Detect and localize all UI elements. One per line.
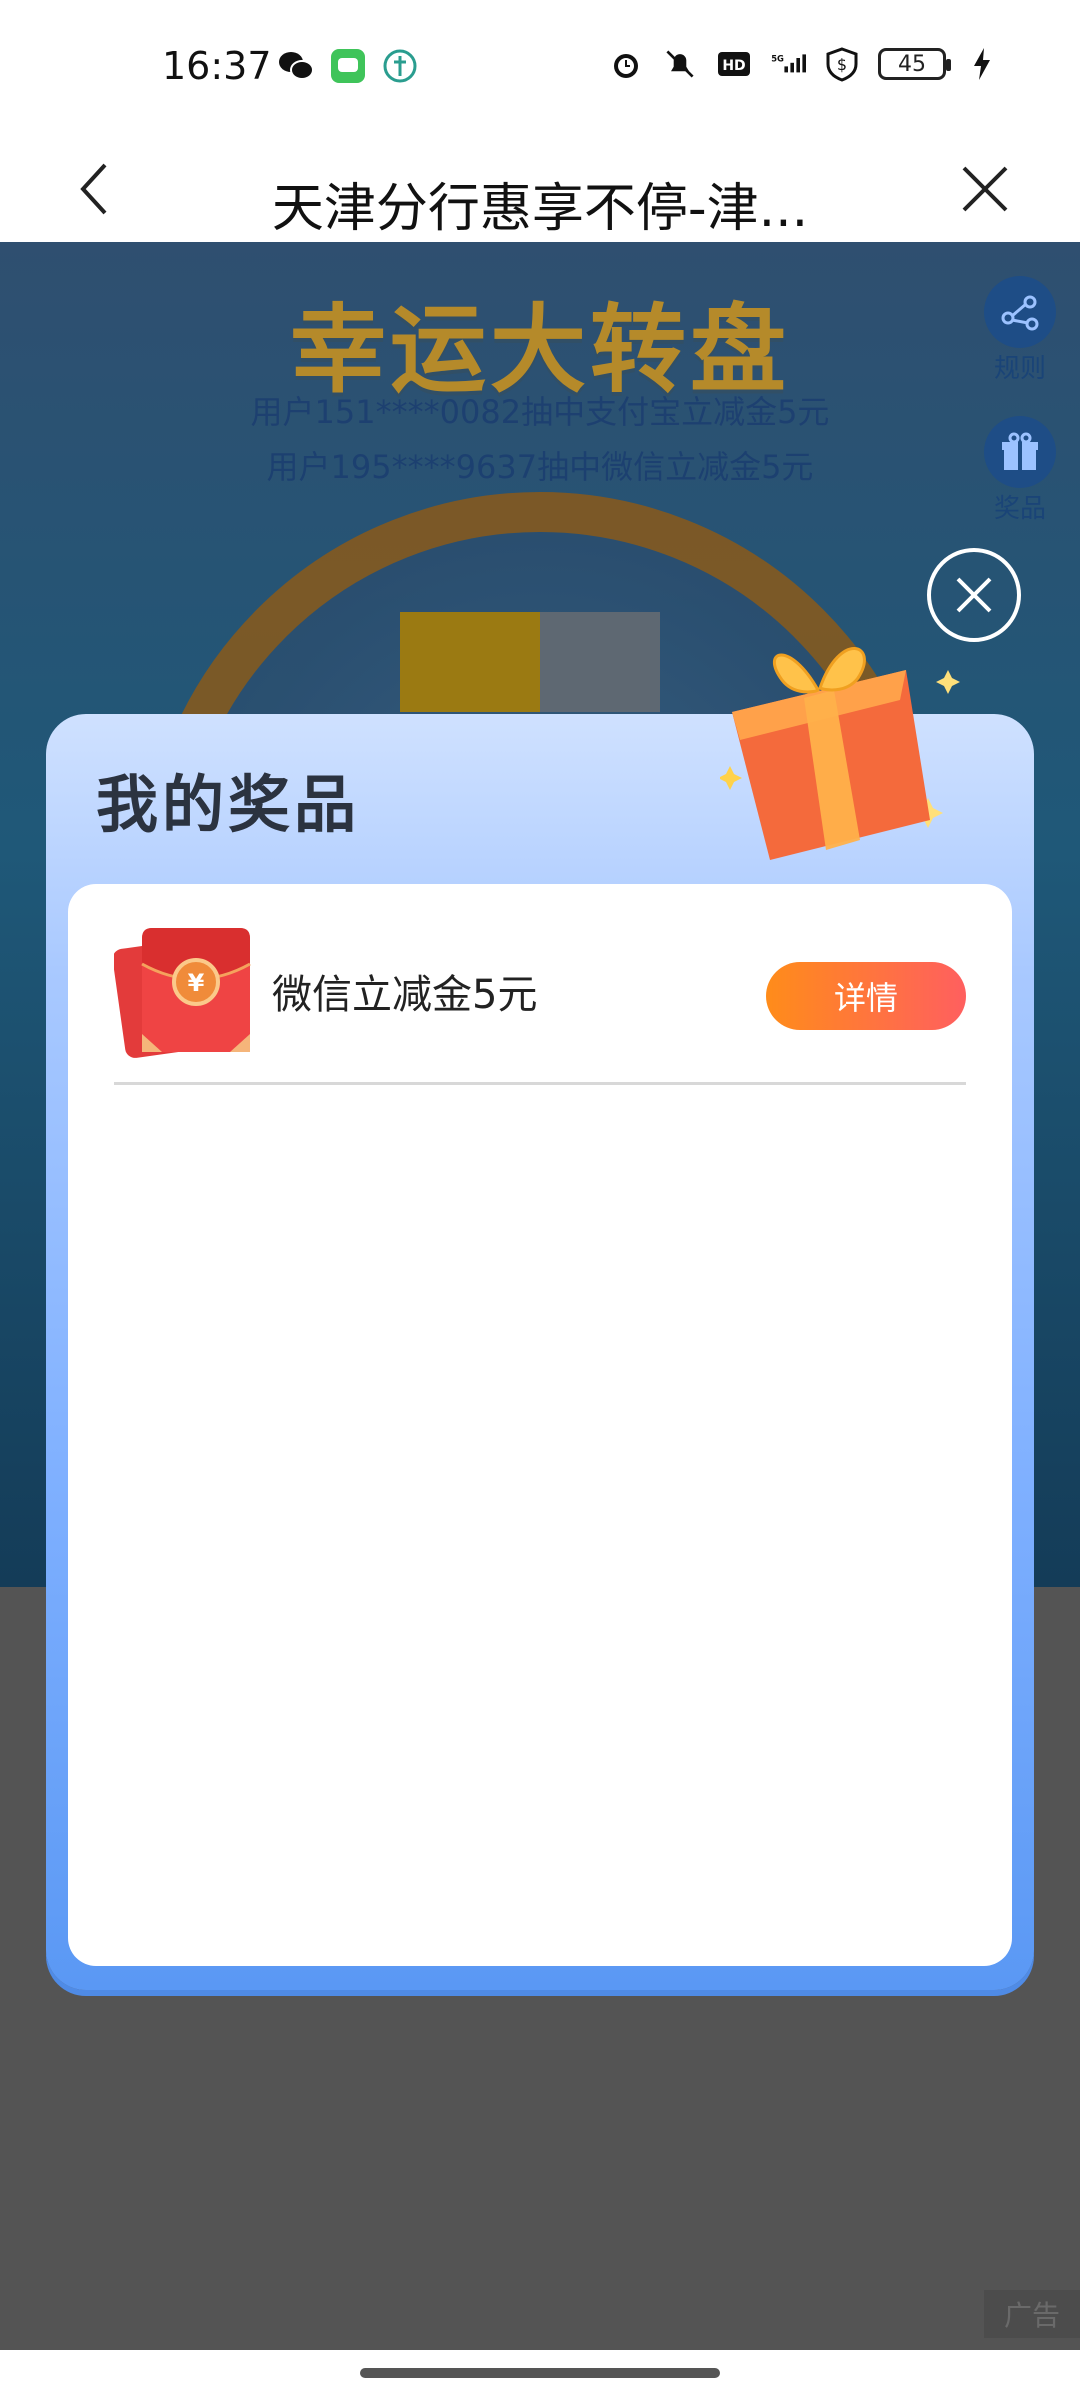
close-icon [962,166,1008,212]
wheel-segment [400,612,540,712]
home-gesture-bar[interactable] [360,2368,720,2378]
prize-currency-symbol: ¥ [188,969,205,997]
list-item: ¥ 微信立减金5元 详情 [112,924,966,1058]
status-bar: 16:37 HD 5G $ 45 [0,0,1080,138]
share-icon [984,276,1056,348]
divider [114,1082,966,1085]
messages-icon [330,48,366,84]
rules-label: 规则 [993,354,1046,384]
battery-indicator: 45 [878,48,951,80]
modal-title: 我的奖品 [96,768,361,841]
notification-icons [278,48,418,84]
back-button[interactable] [60,154,130,224]
webview-navbar: 天津分行惠享不停-津... [0,138,1080,242]
hd-icon: HD [716,46,752,82]
prizes-label: 奖品 [993,494,1046,524]
chevron-left-icon [80,163,107,215]
modal-close-button[interactable] [927,548,1021,642]
rules-button[interactable]: 规则 [980,276,1060,385]
charging-icon [964,46,1000,82]
prizes-button[interactable]: 奖品 [980,416,1060,525]
prize-detail-button[interactable]: 详情 [766,962,966,1030]
game-title: 幸运大转盘 [290,294,790,406]
close-webview-button[interactable] [950,154,1020,224]
system-icons: HD 5G $ 45 [608,46,1000,82]
wheel-segment [540,612,660,712]
page-title: 天津分行惠享不停-津... [271,179,809,239]
bank-app-icon [382,48,418,84]
ad-badge: 广告 [984,2290,1080,2338]
svg-text:5G: 5G [771,54,784,64]
svg-text:$: $ [837,55,847,74]
winner-marquee-line: 用户151****0082抽中支付宝立减金5元 [250,393,830,431]
payment-shield-icon: $ [824,46,860,82]
prize-list: ¥ 微信立减金5元 详情 [68,884,1012,1966]
svg-text:HD: HD [722,58,745,74]
status-time: 16:37 [162,44,272,88]
close-icon [956,577,992,613]
red-envelope-icon: ¥ [112,924,254,1058]
signal-5g-icon: 5G [770,46,806,82]
gift-box-icon [718,630,970,870]
my-prizes-modal: 我的奖品 ¥ 微信立减金5元 详情 [46,714,1034,1990]
mute-icon [662,46,698,82]
winner-marquee-line: 用户195****9637抽中微信立减金5元 [266,448,814,486]
gift-icon [984,416,1056,488]
system-navigation-area [0,2350,1080,2400]
alarm-icon [608,46,644,82]
wechat-icon [278,48,314,84]
prize-name: 微信立减金5元 [272,972,538,1018]
